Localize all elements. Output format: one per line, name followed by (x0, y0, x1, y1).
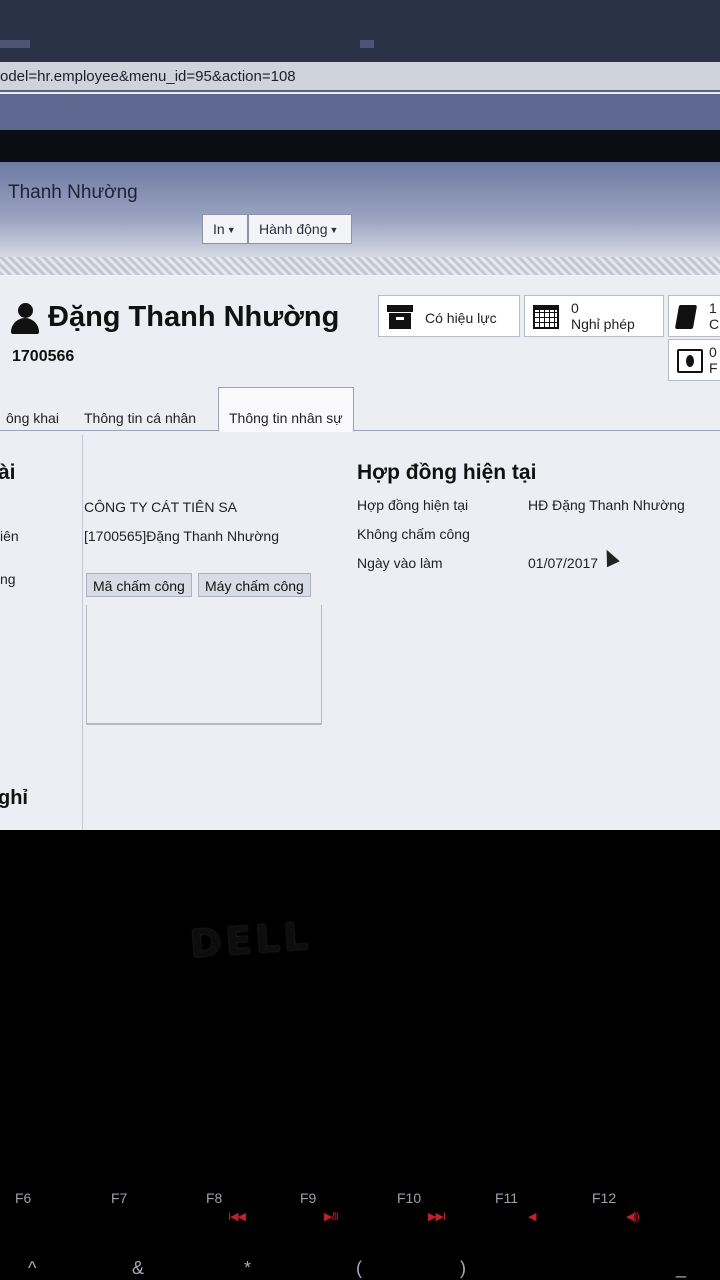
key-left-paren[interactable]: ( (356, 1258, 362, 1279)
chevron-down-icon: ▼ (329, 225, 339, 236)
key-underscore[interactable]: _ (676, 1258, 686, 1279)
mouse-cursor-icon (600, 546, 620, 568)
manager-label: iên (0, 528, 19, 544)
leave-label: Nghỉ phép (571, 316, 635, 332)
column-divider (82, 435, 83, 830)
screen-glare-band (0, 130, 720, 162)
archive-icon (387, 305, 413, 329)
tab-personal-info[interactable]: Thông tin cá nhân (74, 395, 206, 431)
leave-stat: 0 Nghỉ phép (571, 300, 635, 332)
key-f7[interactable]: F7 (111, 1190, 127, 1206)
next-track-icon: ▶▶I (428, 1211, 446, 1223)
current-contract-value[interactable]: HĐ Đặng Thanh Nhường (528, 497, 685, 513)
payslip-label: F (709, 360, 718, 376)
current-contract-label: Hợp đồng hiện tại (357, 497, 469, 513)
documents-label: C (709, 316, 720, 332)
manager-value[interactable]: [1700565]Đặng Thanh Nhường (84, 528, 279, 544)
attendance-table (86, 605, 322, 725)
employee-code: 1700566 (12, 348, 75, 365)
form-tabs: ông khai Thông tin cá nhân Thông tin nhâ… (0, 385, 720, 432)
payslip-button[interactable]: 0F (668, 339, 720, 381)
key-f6[interactable]: F6 (15, 1190, 31, 1206)
payslip-stat: 0F (709, 344, 718, 376)
play-pause-icon: ▶/II (324, 1211, 339, 1223)
attendance-device-header[interactable]: Máy chấm công (198, 573, 311, 597)
browser-chrome (0, 0, 720, 62)
company-value[interactable]: CÔNG TY CÁT TIÊN SA (84, 499, 237, 515)
money-icon (677, 349, 703, 373)
key-caret[interactable]: ^ (28, 1258, 36, 1279)
leave-button[interactable]: 0 Nghỉ phép (524, 295, 664, 337)
employee-form: Đặng Thanh Nhường 1700566 Có hiệu lực 0N… (0, 275, 720, 830)
start-date-label: Ngày vào làm (357, 555, 443, 571)
browser-tab-stub[interactable] (0, 40, 30, 48)
documents-button[interactable]: 1C (668, 295, 720, 337)
calendar-icon (533, 305, 559, 329)
leave-section-title: ghỉ (0, 787, 28, 809)
url-text: odel=hr.employee&menu_id=95&action=108 (0, 68, 296, 85)
contract-status-button[interactable]: Có hiệu lực (378, 295, 520, 337)
key-f11[interactable]: F11 (495, 1190, 518, 1206)
action-button[interactable]: Hành động ▼ (248, 214, 352, 244)
key-f9[interactable]: F9 (300, 1190, 316, 1206)
action-button-label: Hành động (259, 221, 328, 237)
chevron-down-icon: ▼ (226, 225, 236, 236)
breadcrumb-title[interactable]: Thanh Nhường (8, 182, 138, 204)
payslip-count: 0 (709, 344, 717, 360)
address-bar[interactable]: odel=hr.employee&menu_id=95&action=108 (0, 62, 720, 92)
tab-hr-info[interactable]: Thông tin nhân sự (218, 387, 354, 432)
header-divider-pattern (0, 257, 720, 275)
book-icon (674, 305, 698, 329)
volume-down-icon: ◀ (528, 1211, 537, 1223)
tab-public-info[interactable]: ông khai (0, 395, 69, 431)
app-header: Thanh Nhường In ▼ Hành động ▼ (0, 162, 720, 257)
previous-track-icon: I◀◀ (228, 1211, 246, 1223)
key-f8[interactable]: F8 (206, 1190, 222, 1206)
dell-logo: DELL (188, 913, 314, 967)
bookmark-bar (0, 94, 720, 130)
browser-icon (360, 40, 374, 48)
key-ampersand[interactable]: & (132, 1258, 144, 1279)
attendance-table-footer (86, 723, 322, 725)
key-asterisk[interactable]: * (244, 1258, 251, 1279)
start-date-value[interactable]: 01/07/2017 (528, 555, 598, 571)
print-button-label: In (213, 221, 225, 237)
leave-count: 0 (571, 300, 579, 316)
key-f12[interactable]: F12 (592, 1190, 616, 1206)
left-section-title: ài (0, 461, 16, 484)
user-icon (10, 303, 40, 335)
attendance-code-header[interactable]: Mã chấm công (86, 573, 192, 597)
no-attendance-label: Không chấm công (357, 526, 470, 542)
contract-status-label: Có hiệu lực (425, 310, 497, 326)
employee-name: Đặng Thanh Nhường (48, 301, 340, 333)
key-right-paren[interactable]: ) (460, 1258, 466, 1279)
volume-up-icon: ◀)) (626, 1211, 640, 1223)
documents-stat: 1C (709, 300, 719, 332)
key-f10[interactable]: F10 (397, 1190, 421, 1206)
contract-section-title: Hợp đồng hiện tại (357, 461, 537, 484)
documents-count: 1 (709, 300, 717, 316)
print-button[interactable]: In ▼ (202, 214, 248, 244)
laptop-screen: odel=hr.employee&menu_id=95&action=108 T… (0, 0, 720, 830)
attendance-label: ng (0, 571, 16, 587)
